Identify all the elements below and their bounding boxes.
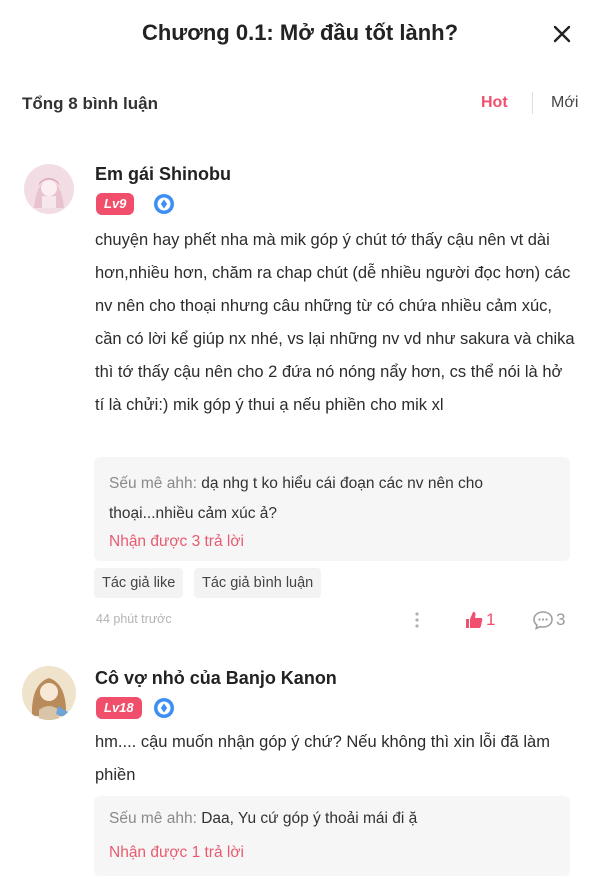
speech-bubble-icon[interactable] xyxy=(532,609,554,631)
author-comment-tag: Tác giả bình luận xyxy=(194,568,322,598)
comment-username[interactable]: Cô vợ nhỏ của Banjo Kanon xyxy=(95,668,337,689)
reply-content: Daa, Yu cứ góp ý thoải mái đi ặ xyxy=(201,810,418,827)
sort-hot-tab[interactable]: Hot xyxy=(481,94,508,112)
comment-time: 44 phút trước xyxy=(96,612,172,626)
comment-username[interactable]: Em gái Shinobu xyxy=(95,164,231,185)
comment-text: chuyện hay phết nha mà mik góp ý chút tớ… xyxy=(95,231,575,414)
reply-text: Sếu mê ahh: dạ nhg t ko hiểu cái đoạn cá… xyxy=(109,469,559,529)
reply-preview[interactable]: Sếu mê ahh: Daa, Yu cứ góp ý thoải mái đ… xyxy=(94,796,570,876)
reply-text: Sếu mê ahh: Daa, Yu cứ góp ý thoải mái đ… xyxy=(109,804,559,834)
comment-sort-bar: Tổng 8 bình luận Hot Mới xyxy=(0,88,600,122)
view-replies-link[interactable]: Nhận được 3 trả lời xyxy=(109,533,244,551)
verified-badge-icon xyxy=(154,698,174,718)
comment-item: Cô vợ nhỏ của Banjo Kanon Lv18 hm.... cậ… xyxy=(0,662,600,883)
author-like-tag: Tác giả like xyxy=(94,568,184,598)
comment-item: Em gái Shinobu Lv9 chuyện hay phết nha m… xyxy=(0,160,600,640)
sort-divider xyxy=(532,92,533,114)
sort-new-tab[interactable]: Mới xyxy=(551,94,578,112)
comment-total: Tổng 8 bình luận xyxy=(22,94,158,113)
avatar-image-icon xyxy=(24,164,74,214)
chapter-title: Chương 0.1: Mở đầu tốt lành? xyxy=(141,20,459,45)
avatar[interactable] xyxy=(22,666,76,720)
reply-author: Sếu mê ahh: xyxy=(109,810,197,827)
close-icon[interactable] xyxy=(550,22,574,46)
reply-preview[interactable]: Sếu mê ahh: dạ nhg t ko hiểu cái đoạn cá… xyxy=(94,457,570,561)
reply-author: Sếu mê ahh: xyxy=(109,475,197,492)
verified-badge-icon xyxy=(154,194,174,214)
view-replies-link[interactable]: Nhận được 1 trả lời xyxy=(109,844,244,862)
avatar-image-icon xyxy=(22,666,76,720)
comment-text: hm.... cậu muốn nhận góp ý chứ? Nếu khôn… xyxy=(95,733,550,784)
thumbs-up-icon[interactable] xyxy=(464,609,484,631)
like-count: 1 xyxy=(486,610,496,629)
more-vertical-icon[interactable] xyxy=(410,610,424,630)
avatar[interactable] xyxy=(24,164,74,214)
header: Chương 0.1: Mở đầu tốt lành? xyxy=(0,0,600,72)
level-badge: Lv18 xyxy=(96,697,142,719)
reply-count: 3 xyxy=(556,610,566,629)
level-badge: Lv9 xyxy=(96,193,135,215)
